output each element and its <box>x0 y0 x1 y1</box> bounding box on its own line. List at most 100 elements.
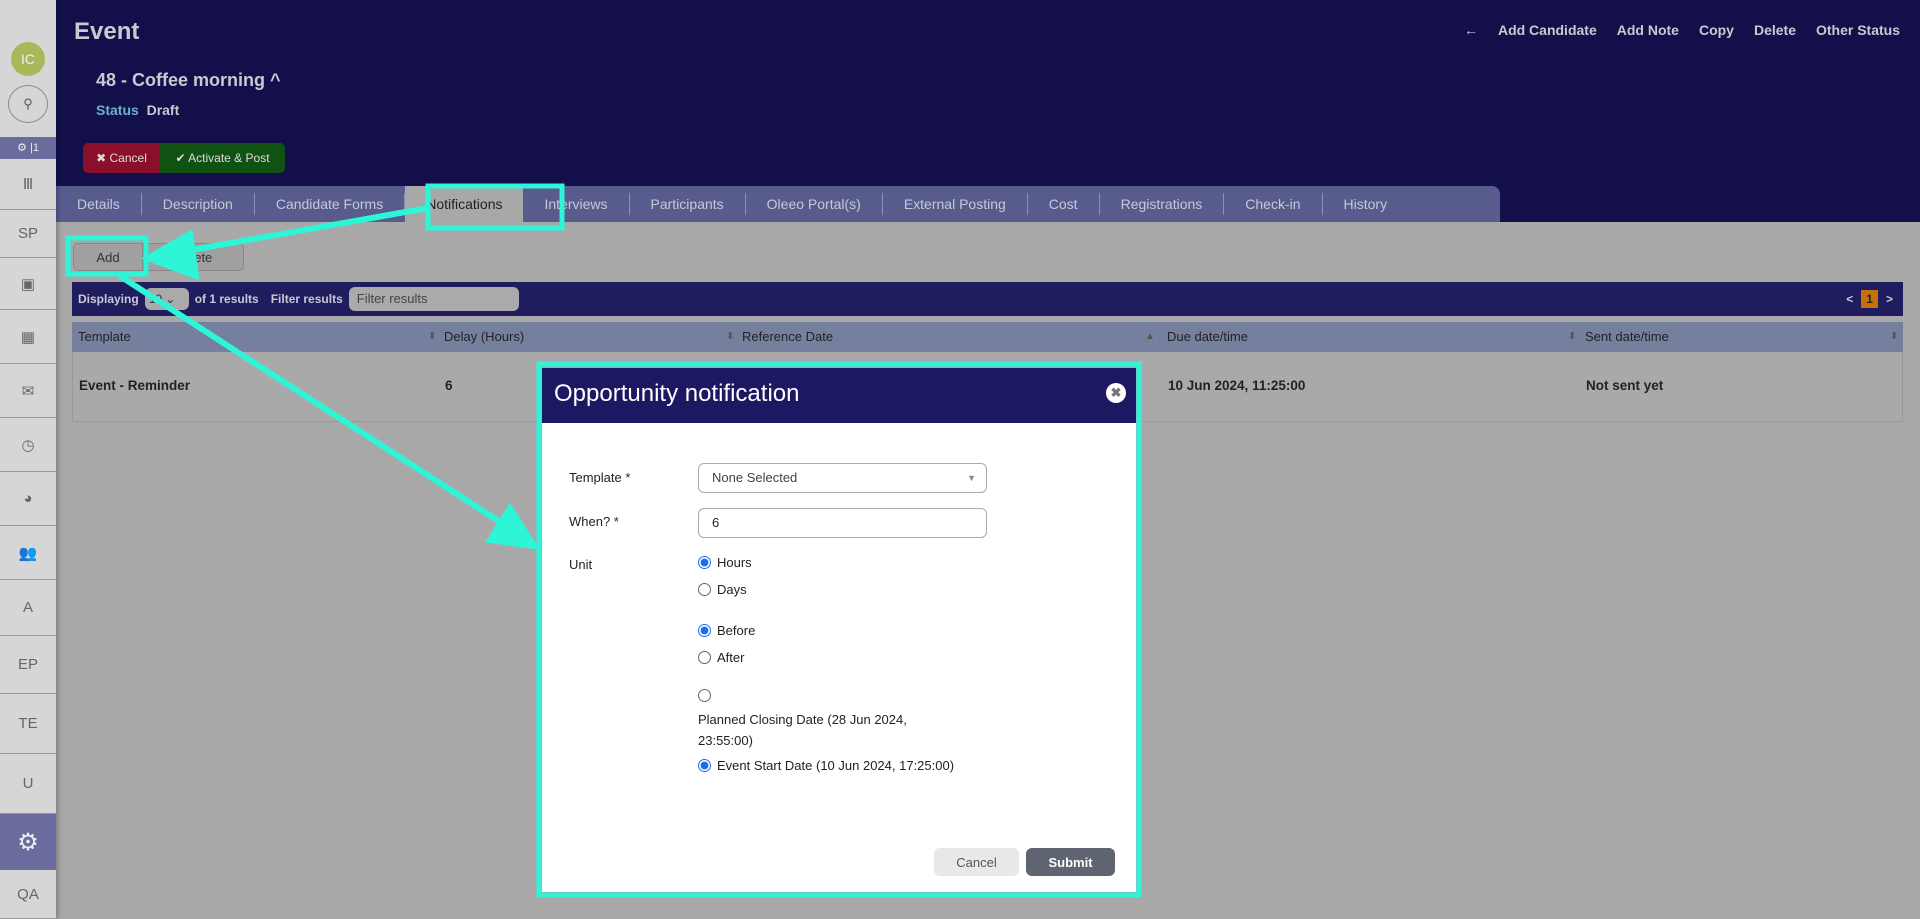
add-button[interactable]: Add <box>73 243 143 271</box>
tab-details[interactable]: Details <box>56 193 142 215</box>
template-label: Template * <box>569 470 631 485</box>
sidebar-item-clock[interactable]: ◷ <box>0 418 56 472</box>
other-status-link[interactable]: Other Status <box>1816 22 1900 38</box>
clock-icon: ◷ <box>21 436 35 454</box>
radio-unchecked[interactable] <box>698 689 711 702</box>
sidebar-item-sp[interactable]: SP <box>0 210 56 258</box>
when-input[interactable]: 6 <box>698 508 987 538</box>
col-delay[interactable]: Delay (Hours) <box>444 322 524 352</box>
tab-oleeo-portal-s[interactable]: Oleeo Portal(s) <box>746 193 883 215</box>
submit-button[interactable]: Submit <box>1026 848 1115 876</box>
radio-before[interactable]: Before <box>698 623 755 638</box>
sort-icon[interactable]: ⬍ <box>726 322 734 352</box>
status: Status Draft <box>96 102 179 118</box>
tab-candidate-forms[interactable]: Candidate Forms <box>255 193 406 215</box>
results-count: of 1 results <box>194 292 259 306</box>
header-actions: ← Add Candidate Add Note Copy Delete Oth… <box>1464 22 1900 38</box>
prev-page[interactable]: < <box>1846 292 1853 306</box>
arrow-head <box>484 502 540 550</box>
add-note-link[interactable]: Add Note <box>1617 22 1679 38</box>
radio-checked[interactable] <box>698 759 711 772</box>
sidebar-item-institution[interactable]: Ⅲ <box>0 158 56 210</box>
modal-cancel-button[interactable]: Cancel <box>934 848 1019 876</box>
planned-closing-label: Planned Closing Date (28 Jun 2024, 23:55… <box>698 712 907 748</box>
tab-external-posting[interactable]: External Posting <box>883 193 1028 215</box>
sidebar-item-label: QA <box>17 885 39 903</box>
template-select[interactable]: None Selected ▼ <box>698 463 987 493</box>
table-toolbar: Displaying 10 ⌄ of 1 results Filter resu… <box>72 282 1903 316</box>
page-title: Event <box>74 18 140 45</box>
col-reference-date[interactable]: Reference Date <box>742 322 833 352</box>
filter-input[interactable]: Filter results <box>348 287 519 311</box>
tab-history[interactable]: History <box>1323 193 1409 215</box>
add-candidate-link[interactable]: Add Candidate <box>1498 22 1597 38</box>
radio-planned-closing[interactable] <box>698 689 711 702</box>
tab-registrations[interactable]: Registrations <box>1100 193 1225 215</box>
sort-icon[interactable]: ⬍ <box>428 322 436 352</box>
modal-header: Opportunity notification ✖ <box>542 368 1136 423</box>
sidebar-item-qa[interactable]: QA <box>0 870 56 919</box>
radio-checked[interactable] <box>698 556 711 569</box>
cell-due: 10 Jun 2024, 11:25:00 <box>1168 378 1306 393</box>
sort-asc-icon[interactable]: ▲ <box>1145 322 1155 352</box>
before-label: Before <box>717 623 756 638</box>
sort-icon[interactable]: ⬍ <box>1890 322 1898 352</box>
sidebar-item-label: SP <box>17 225 38 242</box>
sidebar-item-label: A <box>22 599 33 616</box>
page-size-select[interactable]: 10 ⌄ <box>144 288 189 310</box>
users-icon: 👥 <box>18 544 38 562</box>
status-label: Status <box>96 102 139 118</box>
avatar[interactable]: IC <box>11 42 45 76</box>
tab-interviews[interactable]: Interviews <box>523 193 630 215</box>
hours-label: Hours <box>717 555 752 570</box>
days-label: Days <box>717 582 747 597</box>
radio-event-start[interactable]: Event Start Date (10 Jun 2024, 17:25:00) <box>698 758 954 773</box>
radio-after[interactable]: After <box>698 650 744 665</box>
delete-link[interactable]: Delete <box>1754 22 1796 38</box>
copy-link[interactable]: Copy <box>1699 22 1734 38</box>
next-page[interactable]: > <box>1886 292 1893 306</box>
sidebar-item-calendar[interactable]: ▦ <box>0 310 56 364</box>
sidebar-item-pie-chart[interactable]: ◕ <box>0 472 56 526</box>
back-arrow-icon[interactable]: ← <box>1464 22 1478 38</box>
radio-unchecked[interactable] <box>698 651 711 664</box>
sort-icon[interactable]: ⬍ <box>1568 322 1576 352</box>
cancel-event-button[interactable]: ✖ Cancel <box>83 143 160 173</box>
radio-unchecked[interactable] <box>698 583 711 596</box>
tab-notifications[interactable]: Notifications <box>405 186 524 222</box>
radio-hours[interactable]: Hours <box>698 555 752 570</box>
current-page[interactable]: 1 <box>1861 290 1878 308</box>
radio-checked[interactable] <box>698 624 711 637</box>
sidebar-item-users[interactable]: 👥 <box>0 526 56 580</box>
activate-post-button[interactable]: ✔ Activate & Post <box>160 143 285 173</box>
sidebar-item-u[interactable]: U <box>0 754 56 814</box>
template-value: None Selected <box>712 470 798 485</box>
col-sent-date[interactable]: Sent date/time <box>1585 322 1669 352</box>
cell-template: Event - Reminder <box>79 378 191 393</box>
record-title[interactable]: 48 - Coffee morning ^ <box>96 70 281 91</box>
notification-modal: Opportunity notification ✖ Template * No… <box>542 368 1136 892</box>
col-template[interactable]: Template <box>78 322 131 352</box>
sidebar: IC ⚲ ⚙ |1 Ⅲ SP ▣ ▦ ✉ ◷ ◕ 👥 A EP TE U ⚙ QA <box>0 0 56 919</box>
close-icon[interactable]: ✖ <box>1106 383 1126 403</box>
settings-badge[interactable]: ⚙ |1 <box>0 137 56 159</box>
tab-cost[interactable]: Cost <box>1028 193 1100 215</box>
sidebar-item-mail[interactable]: ✉ <box>0 364 56 418</box>
chevron-down-icon: ▼ <box>967 473 976 483</box>
sidebar-item-settings[interactable]: ⚙ <box>0 814 56 870</box>
tab-check-in[interactable]: Check-in <box>1224 193 1323 215</box>
radio-days[interactable]: Days <box>698 582 747 597</box>
sidebar-item-calendar-star[interactable]: ▣ <box>0 258 56 310</box>
delete-button[interactable]: Delete <box>143 243 244 271</box>
sidebar-item-label: TE <box>18 715 38 732</box>
mail-icon: ✉ <box>21 382 35 400</box>
sidebar-item-a[interactable]: A <box>0 580 56 636</box>
sidebar-item-ep[interactable]: EP <box>0 636 56 694</box>
tab-description[interactable]: Description <box>142 193 255 215</box>
tab-participants[interactable]: Participants <box>630 193 746 215</box>
search-icon[interactable]: ⚲ <box>8 85 48 123</box>
col-due-date[interactable]: Due date/time <box>1167 322 1248 352</box>
after-label: After <box>717 650 745 665</box>
page-size-value: 10 <box>148 292 163 306</box>
sidebar-item-te[interactable]: TE <box>0 694 56 754</box>
